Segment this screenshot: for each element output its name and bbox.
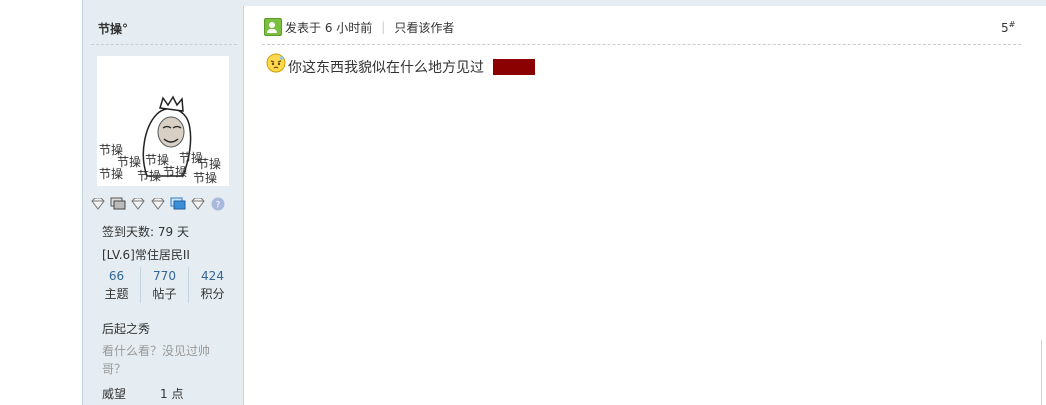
stat-threads-label: 主题 [104, 287, 129, 301]
author-online-icon [264, 18, 282, 36]
stat-threads: 66 主题 [93, 267, 140, 303]
user-stats: 66 主题 770 帖子 424 积分 [93, 267, 236, 303]
stack-medal-icon[interactable] [110, 196, 126, 212]
user-title: 后起之秀 [102, 322, 151, 336]
user-level[interactable]: [LV.6]常住居民II [102, 246, 190, 263]
avatar[interactable]: 节操 节操 节操 节操 节操 节操 节操 节操 节操 [97, 56, 229, 186]
author-sidebar: 节操° 节操 节操 节操 节操 节操 节操 节操 节操 节操 ? 签到天数: 7… [83, 6, 244, 405]
post-time: 发表于 6 小时前 [285, 20, 373, 35]
sign-days: 签到天数: 79 天 [102, 225, 189, 239]
diamond-medal-icon[interactable] [90, 196, 106, 212]
divider [262, 44, 1021, 46]
floor-number[interactable]: 5# [1001, 20, 1015, 35]
svg-text:?: ? [216, 201, 221, 211]
stat-threads-value[interactable]: 66 [93, 267, 140, 285]
stat-credits-value[interactable]: 424 [189, 267, 236, 285]
sweat-emoji-icon [266, 53, 286, 73]
avatar-watermark: 节操 [99, 166, 123, 181]
chat-bubble-icon[interactable]: ? [210, 196, 226, 212]
avatar-watermark: 节操 [163, 164, 187, 179]
prestige-label: 威望 [102, 387, 127, 401]
post-message: 你这东西我貌似在什么地方见过 [288, 60, 484, 76]
diamond-medal-icon[interactable] [130, 196, 146, 212]
divider [91, 44, 237, 46]
avatar-image: 节操 节操 节操 节操 节操 节操 节操 节操 节操 [97, 56, 229, 186]
author-name-link[interactable]: 节操° [98, 20, 128, 37]
divider: | [381, 20, 386, 34]
medal-row: ? [90, 196, 226, 212]
stat-credits-label: 积分 [200, 287, 225, 301]
stat-posts-label: 帖子 [152, 287, 177, 301]
diamond-medal-icon[interactable] [190, 196, 206, 212]
user-signature: 看什么看？没见过帅哥？ [102, 344, 211, 376]
only-author-link[interactable]: 只看该作者 [394, 19, 454, 36]
floor-sup: # [1008, 20, 1016, 29]
post-content: 你这东西我貌似在什么地方见过 [266, 53, 535, 77]
right-border [1041, 340, 1042, 405]
avatar-watermark: 节操 [137, 168, 161, 183]
stat-posts-value[interactable]: 770 [141, 267, 188, 285]
hidden-content-block[interactable] [493, 59, 535, 75]
stat-posts: 770 帖子 [140, 267, 188, 303]
prestige-value: 1 点 [160, 387, 184, 401]
floor-value: 5 [1001, 21, 1009, 35]
post-header: 发表于 6 小时前 | 只看该作者 [264, 18, 454, 36]
avatar-watermark: 节操 [193, 170, 217, 185]
blue-stack-medal-icon[interactable] [170, 196, 186, 212]
diamond-medal-icon[interactable] [150, 196, 166, 212]
stat-credits: 424 积分 [188, 267, 236, 303]
avatar-watermark: 节操 [197, 156, 221, 171]
